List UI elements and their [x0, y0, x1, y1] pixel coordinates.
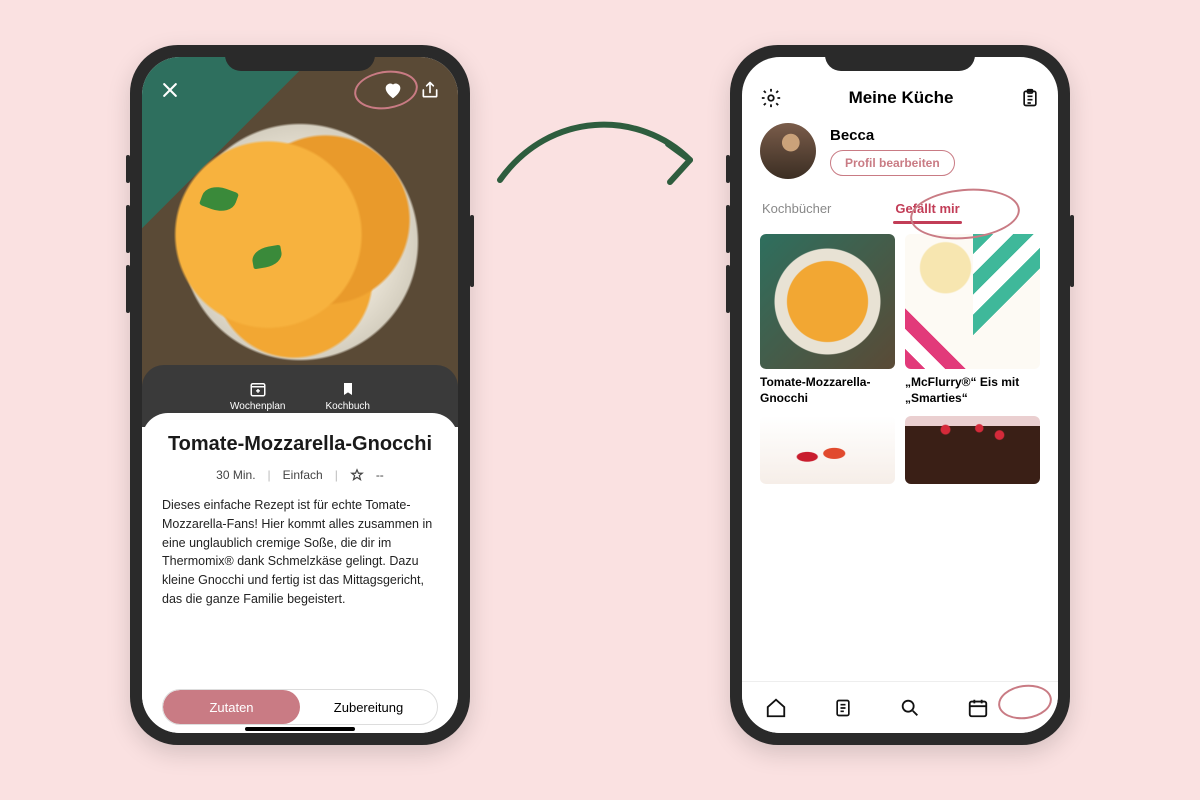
- bottom-nav: [742, 681, 1058, 733]
- kochbuch-label: Kochbuch: [325, 401, 369, 412]
- star-icon: [350, 468, 364, 482]
- recipe-meta: 30 Min. | Einfach | --: [162, 468, 438, 482]
- nav-feed-icon[interactable]: [833, 697, 853, 719]
- recipe-difficulty: Einfach: [283, 468, 323, 482]
- wochenplan-button[interactable]: Wochenplan: [230, 380, 285, 412]
- recipe-thumbnail: [905, 416, 1040, 484]
- recipe-thumbnail: [760, 234, 895, 369]
- annotation-circle-heart: [352, 67, 421, 114]
- page-title: Meine Küche: [849, 88, 954, 108]
- tab-kochbuecher[interactable]: Kochbücher: [760, 193, 833, 224]
- phone-frame-right: Meine Küche Becca Profil bearbeiten Koch…: [730, 45, 1070, 745]
- close-icon[interactable]: [160, 80, 180, 100]
- recipe-card[interactable]: Tomate-Mozzarella-Gnocchi: [760, 234, 895, 406]
- nav-home-icon[interactable]: [765, 697, 787, 719]
- recipe-thumbnail: [905, 234, 1040, 369]
- screen-my-kitchen: Meine Küche Becca Profil bearbeiten Koch…: [742, 57, 1058, 733]
- kitchen-header: Meine Küche: [742, 57, 1058, 117]
- segmented-control: Zutaten Zubereitung: [162, 689, 438, 725]
- annotation-circle-profile: [996, 681, 1054, 722]
- gear-icon[interactable]: [760, 87, 782, 109]
- recipe-sheet: Tomate-Mozzarella-Gnocchi 30 Min. | Einf…: [142, 413, 458, 733]
- recipe-description: Dieses einfache Rezept ist für echte Tom…: [162, 496, 438, 609]
- recipe-card-title: Tomate-Mozzarella-Gnocchi: [760, 375, 895, 406]
- recipe-card[interactable]: „McFlurry®“ Eis mit „Smarties“: [905, 234, 1040, 406]
- bookmark-icon: [340, 380, 356, 398]
- calendar-add-icon: [249, 380, 267, 398]
- edit-profile-button[interactable]: Profil bearbeiten: [830, 150, 955, 176]
- recipe-duration: 30 Min.: [216, 468, 255, 482]
- recipe-card-title: „McFlurry®“ Eis mit „Smarties“: [905, 375, 1040, 406]
- profile-avatar[interactable]: [760, 123, 816, 179]
- tab-zutaten[interactable]: Zutaten: [163, 690, 300, 724]
- profile-section: Becca Profil bearbeiten: [742, 117, 1058, 193]
- screen-recipe-detail: Wochenplan Kochbuch Tomate-Mozzarella-Gn…: [142, 57, 458, 733]
- home-indicator[interactable]: [245, 727, 355, 731]
- clipboard-icon[interactable]: [1020, 87, 1040, 109]
- recipe-title: Tomate-Mozzarella-Gnocchi: [162, 433, 438, 456]
- nav-calendar-icon[interactable]: [967, 697, 989, 719]
- kochbuch-button[interactable]: Kochbuch: [325, 380, 369, 412]
- likes-grid[interactable]: Tomate-Mozzarella-Gnocchi „McFlurry®“ Ei…: [742, 234, 1058, 484]
- profile-name: Becca: [830, 127, 955, 144]
- tab-zubereitung[interactable]: Zubereitung: [300, 690, 437, 724]
- recipe-card[interactable]: [760, 416, 895, 484]
- recipe-hero-image: Wochenplan Kochbuch: [142, 57, 458, 427]
- phone-frame-left: Wochenplan Kochbuch Tomate-Mozzarella-Gn…: [130, 45, 470, 745]
- wochenplan-label: Wochenplan: [230, 401, 285, 412]
- recipe-thumbnail: [760, 416, 895, 484]
- share-icon[interactable]: [420, 80, 440, 100]
- flow-arrow-icon: [490, 100, 710, 220]
- recipe-card[interactable]: [905, 416, 1040, 484]
- recipe-rating: --: [376, 468, 384, 482]
- nav-search-icon[interactable]: [899, 697, 921, 719]
- kitchen-tabs: Kochbücher Gefällt mir: [742, 193, 1058, 224]
